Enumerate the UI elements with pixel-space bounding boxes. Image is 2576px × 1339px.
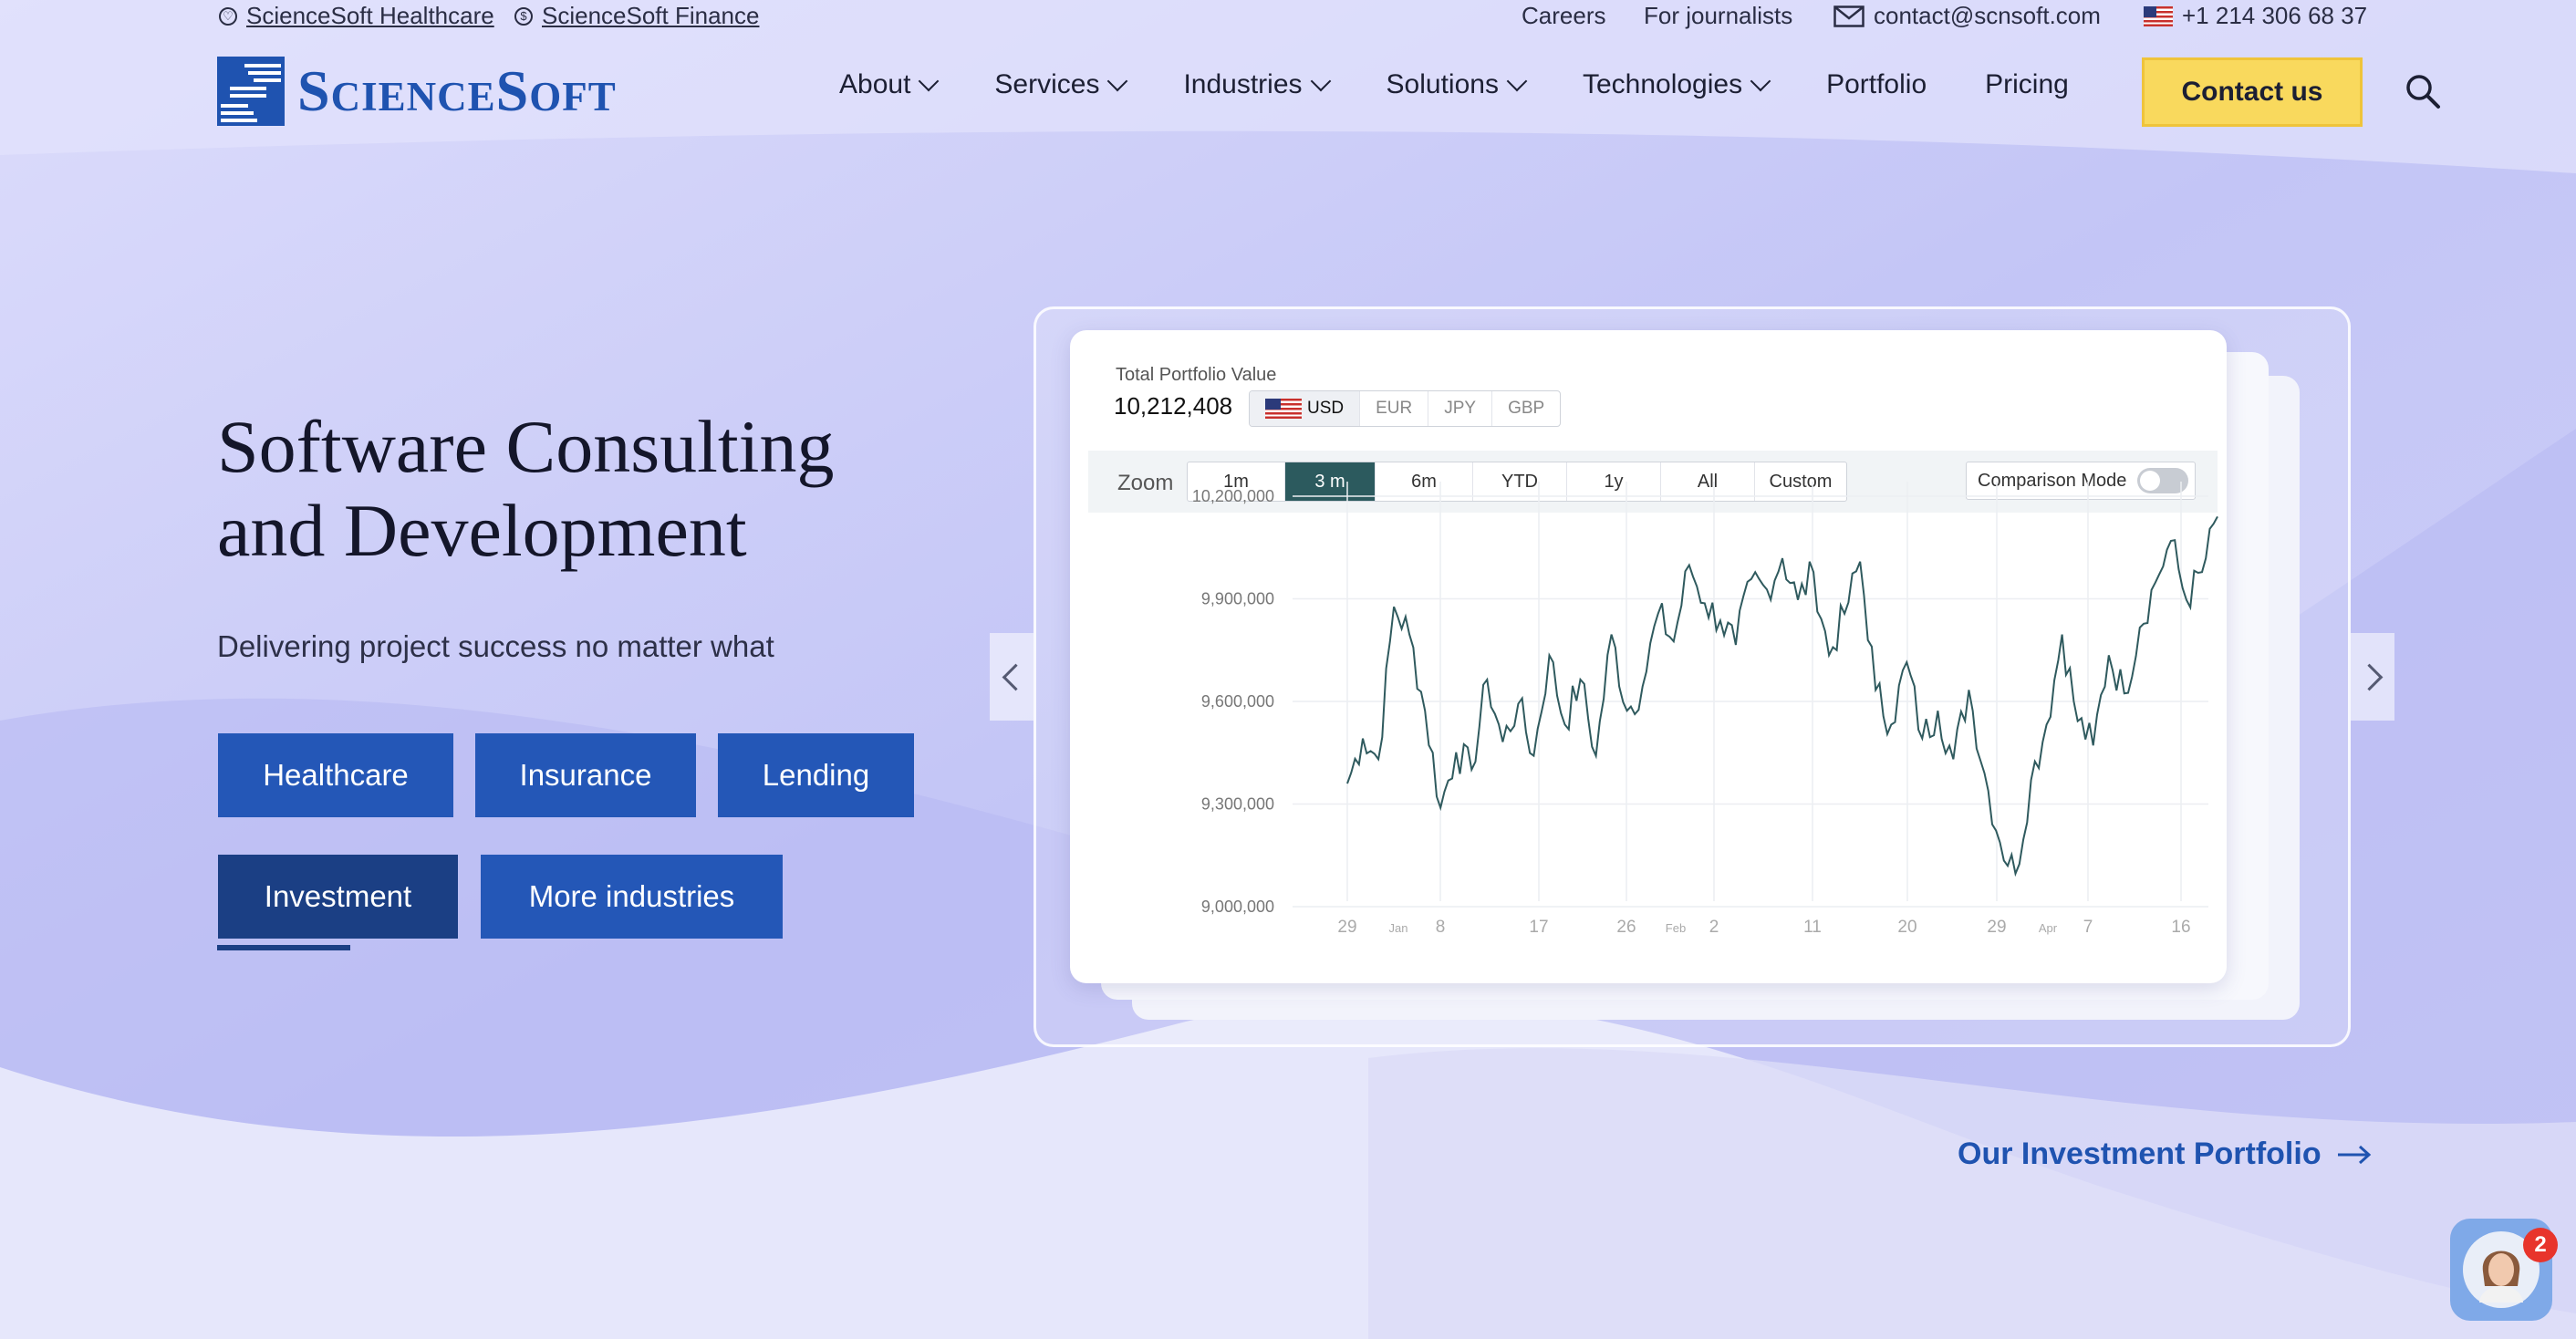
carousel-next-button[interactable] [2351,633,2394,721]
nav-pricing[interactable]: Pricing [1985,69,2069,100]
nav-portfolio-label[interactable]: Portfolio [1826,69,1927,100]
x-tick-label: 17 [1529,918,1548,937]
nav-portfolio[interactable]: Portfolio [1826,69,1927,100]
main-nav: About Services Industries Solutions Tech… [839,69,2069,100]
chevron-down-icon [1107,70,1128,92]
nav-about-label[interactable]: About [839,69,910,100]
y-tick-label: 9,600,000 [1201,692,1274,711]
industry-investment-button[interactable]: Investment [218,855,458,939]
nav-industries[interactable]: Industries [1183,69,1331,100]
y-tick-label: 9,000,000 [1201,898,1274,916]
hero-title-line2: and Development [217,489,747,572]
logo-mark-icon [217,57,285,126]
nav-services[interactable]: Services [994,69,1128,100]
heart-icon: ♡ [219,6,237,26]
carousel-prev-button[interactable] [990,633,1034,721]
chevron-down-icon [1750,70,1771,92]
us-flag-icon [2144,5,2173,26]
x-tick-label: 7 [2083,918,2093,937]
x-tick-label: Feb [1666,921,1686,935]
portfolio-widget-card: Total Portfolio Value 10,212,408 USD EUR… [1070,330,2227,983]
x-tick-label: 8 [1436,918,1446,937]
logo-text: ScienceSoft [297,58,617,123]
nav-technologies[interactable]: Technologies [1583,69,1771,100]
chevron-down-icon [919,70,940,92]
chat-widget-button[interactable]: 2 [2450,1219,2558,1321]
hero-title-line1: Software Consulting [217,405,835,488]
mail-icon [1833,5,1864,27]
x-tick-label: 29 [1337,918,1356,937]
healthcare-site-link[interactable]: ♡ ScienceSoft Healthcare [219,2,494,30]
top-bar: ♡ ScienceSoft Healthcare $ ScienceSoft F… [0,0,2576,35]
more-industries-button[interactable]: More industries [481,855,783,939]
finance-site-link[interactable]: $ ScienceSoft Finance [514,2,759,30]
series-line [1346,515,2218,877]
sciencesoft-logo[interactable]: ScienceSoft [217,57,617,126]
careers-link[interactable]: Careers [1522,2,1605,30]
nav-about[interactable]: About [839,69,940,100]
active-tab-indicator [217,945,350,950]
careers-label[interactable]: Careers [1522,2,1605,30]
healthcare-site-label[interactable]: ScienceSoft Healthcare [246,2,494,30]
nav-industries-label[interactable]: Industries [1183,69,1302,100]
chevron-left-icon [1002,663,1029,690]
x-tick-label: Jan [1389,921,1408,935]
nav-solutions[interactable]: Solutions [1387,69,1528,100]
chevron-down-icon [1506,70,1528,92]
nav-technologies-label[interactable]: Technologies [1583,69,1742,100]
industry-insurance-button[interactable]: Insurance [475,733,696,817]
journalists-label[interactable]: For journalists [1644,2,1792,30]
phone-link[interactable]: +1 214 306 68 37 [2144,2,2367,30]
hero-title: Software Consulting and Development [217,405,1038,573]
hero-subtitle: Delivering project success no matter wha… [217,629,774,663]
portfolio-line-chart: 10,200,000 9,900,000 9,600,000 9,300,000 9,0… [1192,482,2218,937]
x-tick-label: 11 [1803,918,1822,937]
nav-pricing-label[interactable]: Pricing [1985,69,2069,100]
chevron-down-icon [1310,70,1331,92]
arrow-right-icon [2337,1145,2371,1164]
x-tick-label: 26 [1616,918,1636,937]
dollar-icon: $ [514,6,533,26]
nav-services-label[interactable]: Services [994,69,1099,100]
notification-badge: 2 [2523,1228,2558,1262]
email-label[interactable]: contact@scnsoft.com [1874,2,2101,30]
nav-solutions-label[interactable]: Solutions [1387,69,1499,100]
x-tick-label: Apr [2039,921,2058,935]
phone-label[interactable]: +1 214 306 68 37 [2182,2,2367,30]
chevron-right-icon [2355,663,2383,690]
email-link[interactable]: contact@scnsoft.com [1833,2,2101,30]
x-tick-label: 29 [1987,918,2006,937]
industry-healthcare-button[interactable]: Healthcare [218,733,453,817]
y-tick-label: 9,900,000 [1201,590,1274,608]
search-icon[interactable] [2405,73,2441,109]
x-tick-label: 2 [1709,918,1719,937]
y-tick-label: 9,300,000 [1201,795,1274,814]
investment-portfolio-link[interactable]: Our Investment Portfolio [1958,1137,2373,1172]
x-tick-label: 20 [1897,918,1916,937]
y-tick-label: 10,200,000 [1192,487,1274,505]
journalists-link[interactable]: For journalists [1644,2,1792,30]
x-tick-label: 16 [2171,918,2190,937]
industry-lending-button[interactable]: Lending [718,733,914,817]
investment-portfolio-label[interactable]: Our Investment Portfolio [1958,1137,2322,1172]
finance-site-label[interactable]: ScienceSoft Finance [542,2,759,30]
contact-us-button[interactable]: Contact us [2142,57,2363,127]
